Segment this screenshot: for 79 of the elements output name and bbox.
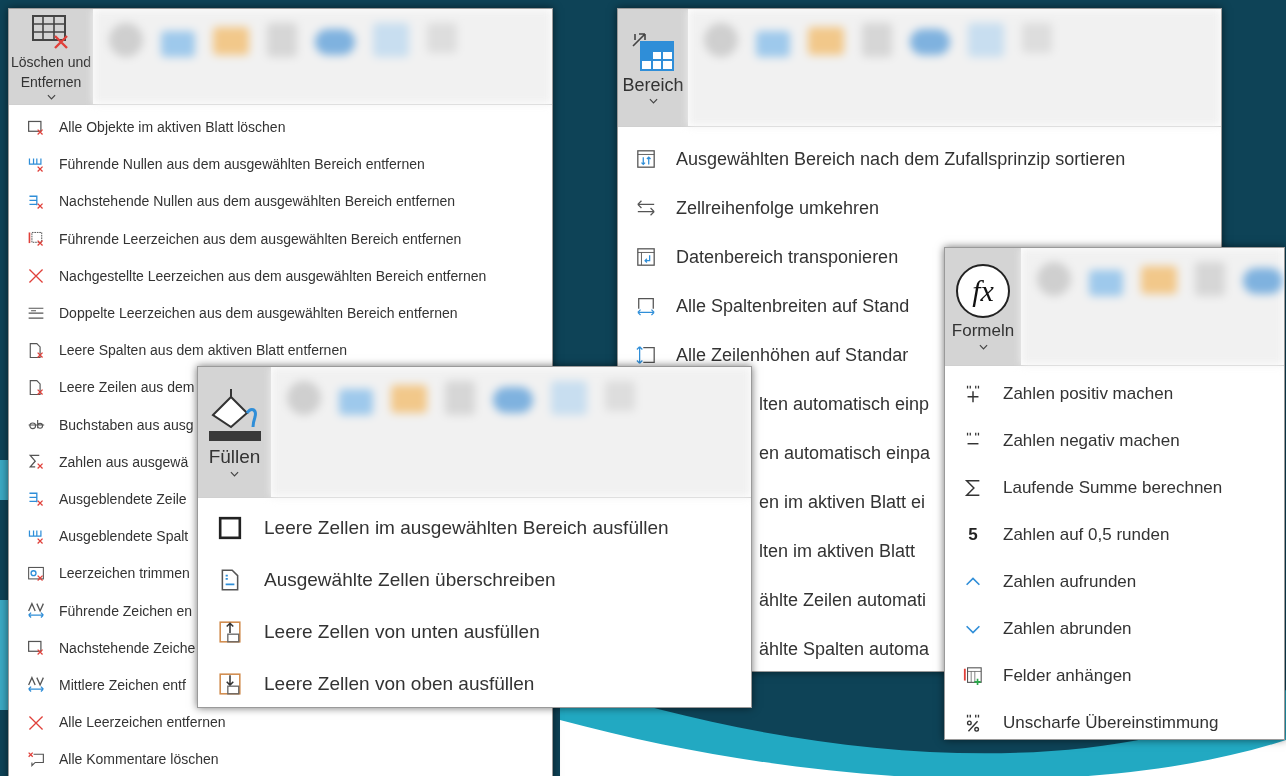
- menu-item[interactable]: Datenbereich transponieren: [618, 246, 903, 268]
- ribbon-dropdown-button[interactable]: Bereich: [618, 9, 688, 126]
- sort-icon: [636, 149, 656, 169]
- grid-cross-icon: [27, 230, 45, 249]
- row-height-icon: [636, 345, 656, 365]
- sheet-cross-icon: [27, 118, 45, 137]
- column-width-icon: [636, 296, 656, 316]
- document-cross-icon: [27, 341, 45, 360]
- paint-bucket-icon: [206, 387, 263, 443]
- menu-item[interactable]: Zahlen aufrunden: [945, 558, 1141, 605]
- menu-item[interactable]: Ausgeblendete Zeile: [9, 480, 191, 519]
- sheet-cross-icon: [27, 639, 45, 658]
- transpose-icon: [636, 247, 656, 267]
- menu-item[interactable]: Ausgewählte Zellen überschreiben: [198, 554, 560, 606]
- table-plus-icon: [963, 665, 983, 686]
- columns-cross-icon: [27, 155, 45, 174]
- menu-item[interactable]: lten automatisch einp: [757, 393, 934, 415]
- caret-icon: [46, 93, 56, 100]
- trim-icon: [27, 564, 45, 583]
- menu-item[interactable]: Führende Nullen aus dem ausgewählten Bereich entfernen: [9, 146, 429, 184]
- menu-item[interactable]: en im aktiven Blatt ei: [757, 491, 930, 513]
- caret-icon: [648, 97, 658, 104]
- rows-cross-icon: [27, 490, 45, 509]
- menu-item[interactable]: ählte Zeilen automati: [757, 589, 931, 611]
- cross-icon: [27, 267, 45, 286]
- menu-item[interactable]: Nachstehende Nullen aus dem ausgewählten Bereich entfernen: [9, 183, 460, 221]
- rows-cross-icon: [27, 192, 45, 211]
- menu-item[interactable]: Zellreihenfolge umkehren: [618, 197, 884, 219]
- menu-item[interactable]: Felder anhängen: [945, 652, 1136, 699]
- menu-item[interactable]: en automatisch einpa: [757, 442, 935, 464]
- menu-item[interactable]: Alle Leerzeichen entfernen: [9, 704, 230, 742]
- menu-item[interactable]: ählte Spalten automa: [757, 638, 934, 660]
- table-arrows-icon: [631, 31, 675, 72]
- comment-cross-icon: [27, 750, 45, 769]
- ribbon-dropdown-button[interactable]: Füllen: [198, 367, 271, 497]
- menu-item[interactable]: Alle Objekte im aktiven Blatt löschen: [9, 109, 290, 147]
- menu-item[interactable]: Nachstehende Zeiche: [9, 629, 200, 667]
- menu-item[interactable]: Doppelte Leerzeichen aus dem ausgewählten Bereich entfernen: [9, 294, 462, 333]
- spacing-arrows-icon: [27, 602, 45, 621]
- cross-icon: [27, 713, 45, 732]
- ribbon-dropdown-button[interactable]: fx Formeln: [945, 248, 1021, 365]
- spacing-arrows-icon: [27, 676, 45, 695]
- menu-item[interactable]: Zahlen positiv machen: [945, 370, 1178, 417]
- menu-item[interactable]: Leerzeichen trimmen: [9, 555, 194, 593]
- menu-item[interactable]: Ausgeblendete Spalt: [9, 518, 193, 556]
- menu-item[interactable]: Zahlen abrunden: [945, 605, 1136, 652]
- menu-item[interactable]: Leere Spalten aus dem aktiven Blatt entfernen: [9, 332, 351, 370]
- square-icon: [218, 516, 242, 540]
- menu-item[interactable]: Buchstaben aus ausg: [9, 406, 198, 444]
- menu-item[interactable]: Mittlere Zeichen entf: [9, 666, 190, 704]
- menu-item[interactable]: Zahlen negativ machen: [945, 417, 1184, 464]
- swap-arrows-icon: [636, 198, 656, 218]
- menu-item[interactable]: Alle Zeilenhöhen auf Standar: [618, 344, 913, 366]
- digit-glyph: 5: [967, 523, 979, 546]
- menu-item[interactable]: Leere Zeilen aus dem: [9, 369, 199, 407]
- menu-item[interactable]: Ausgewählten Bereich nach dem Zufallsprinzip sortieren: [618, 148, 1130, 170]
- menu-item[interactable]: lten im aktiven Blatt: [757, 540, 920, 562]
- menu-item[interactable]: Alle Kommentare löschen: [9, 741, 223, 776]
- menu-item[interactable]: 5 Zahlen auf 0,5 runden: [945, 511, 1174, 558]
- function-icon: fx: [956, 263, 1010, 318]
- menu-item[interactable]: Leere Zellen von unten ausfüllen: [198, 606, 544, 658]
- caret-icon: [230, 471, 239, 477]
- sigma-cross-icon: [27, 453, 45, 472]
- ribbon-dropdown-button[interactable]: Löschen und Entfernen: [9, 9, 93, 104]
- menu-item[interactable]: Leere Zellen von oben ausfüllen: [198, 658, 539, 707]
- menu-item[interactable]: Leere Zellen im ausgewählten Bereich ausfüllen: [198, 502, 673, 554]
- menu-item[interactable]: Alle Spaltenbreiten auf Stand: [618, 295, 914, 317]
- menu-item[interactable]: Zahlen aus ausgewä: [9, 443, 193, 481]
- menu-item[interactable]: Führende Zeichen en: [9, 592, 197, 630]
- columns-cross-icon: [27, 527, 45, 546]
- menu-item[interactable]: Laufende Summe berechnen: [945, 464, 1227, 511]
- caret-icon: [978, 343, 988, 350]
- menu-item[interactable]: Unscharfe Übereinstimmung: [945, 699, 1223, 739]
- table-cross-icon: [31, 13, 71, 50]
- document-cross-icon: [27, 378, 45, 397]
- table-arrow-up-icon: [218, 620, 242, 644]
- menu-item[interactable]: Nachgestellte Leerzeichen aus dem ausgewählten Bereich entfernen: [9, 257, 491, 295]
- menu-item[interactable]: Führende Leerzeichen aus dem ausgewählten Bereich entfernen: [9, 220, 466, 258]
- table-arrow-down-icon: [218, 672, 242, 696]
